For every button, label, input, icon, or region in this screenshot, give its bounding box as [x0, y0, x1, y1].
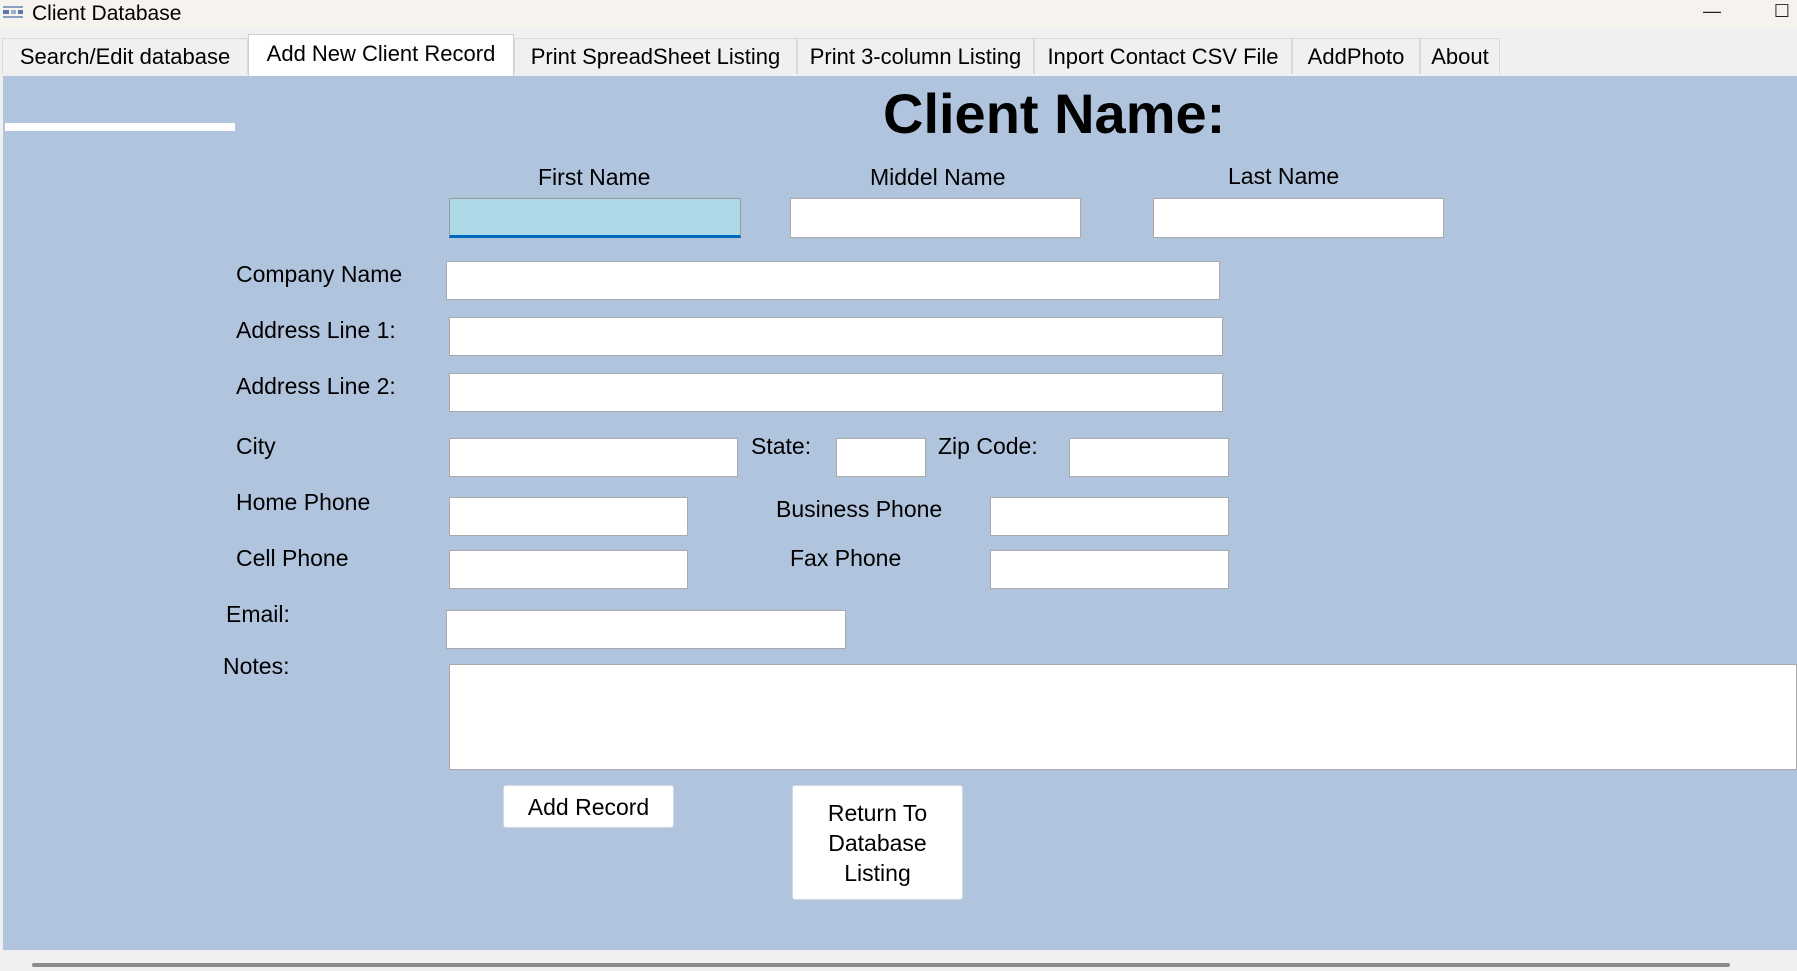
middle-name-input[interactable]: [790, 198, 1081, 238]
last-name-input[interactable]: [1153, 198, 1444, 238]
tab-print-3-column-listing[interactable]: Print 3-column Listing: [797, 38, 1034, 74]
city-label: City: [236, 433, 276, 459]
add-record-button[interactable]: Add Record: [503, 785, 674, 828]
tab-add-new-client-record[interactable]: Add New Client Record: [248, 34, 514, 76]
return-button-line-3: Listing: [844, 859, 911, 886]
add-client-panel: Client Name: First Name Middel Name Last…: [3, 76, 1797, 950]
zip-code-input[interactable]: [1069, 438, 1229, 477]
notes-textarea[interactable]: [449, 664, 1797, 770]
tab-print-spreadsheet-listing[interactable]: Print SpreadSheet Listing: [514, 38, 797, 74]
return-button-line-1: Return To: [827, 799, 928, 826]
last-name-label: Last Name: [1228, 163, 1340, 189]
company-name-input[interactable]: [446, 261, 1220, 300]
fax-phone-label: Fax Phone: [790, 545, 902, 571]
horizontal-scrollbar[interactable]: [32, 963, 1730, 967]
tab-strip: Search/Edit database Add New Client Reco…: [0, 34, 1797, 76]
form-title: Client Name:: [883, 82, 1226, 145]
return-button-line-2: Database: [828, 829, 927, 856]
state-input[interactable]: [836, 438, 926, 477]
bottom-strip: [0, 950, 1797, 971]
city-input[interactable]: [449, 438, 738, 477]
address-line-1-input[interactable]: [449, 317, 1223, 356]
maximize-button[interactable]: ☐: [1762, 0, 1797, 24]
middle-name-label: Middel Name: [870, 164, 1006, 190]
tab-search-edit-database[interactable]: Search/Edit database: [2, 38, 248, 74]
tab-inport-contact-csv-file[interactable]: Inport Contact CSV File: [1034, 38, 1292, 74]
add-record-button-label: Add Record: [527, 793, 650, 820]
title-bar: Client Database — ☐: [0, 0, 1797, 28]
first-name-label: First Name: [538, 164, 651, 190]
tab-about[interactable]: About: [1420, 38, 1500, 74]
address-line-2-label: Address Line 2:: [236, 373, 396, 399]
cell-phone-input[interactable]: [449, 550, 688, 589]
home-phone-label: Home Phone: [236, 489, 371, 515]
email-label: Email:: [226, 601, 290, 627]
app-icon: [3, 6, 23, 18]
cell-phone-label: Cell Phone: [236, 545, 349, 571]
business-phone-input[interactable]: [990, 497, 1229, 536]
progress-strip: [5, 123, 235, 131]
business-phone-label: Business Phone: [776, 496, 943, 522]
window-title: Client Database: [32, 2, 182, 25]
home-phone-input[interactable]: [449, 497, 688, 536]
address-line-1-label: Address Line 1:: [236, 317, 396, 343]
first-name-input[interactable]: [449, 198, 741, 238]
address-line-2-input[interactable]: [449, 373, 1223, 412]
minimize-button[interactable]: —: [1692, 0, 1732, 24]
notes-label: Notes:: [223, 653, 290, 679]
return-to-database-listing-button[interactable]: Return To Database Listing: [792, 785, 963, 900]
state-label: State:: [751, 433, 812, 459]
zip-code-label: Zip Code:: [938, 433, 1038, 459]
company-name-label: Company Name: [236, 261, 403, 287]
fax-phone-input[interactable]: [990, 550, 1229, 589]
email-input[interactable]: [446, 610, 846, 649]
tab-addphoto[interactable]: AddPhoto: [1292, 38, 1420, 74]
